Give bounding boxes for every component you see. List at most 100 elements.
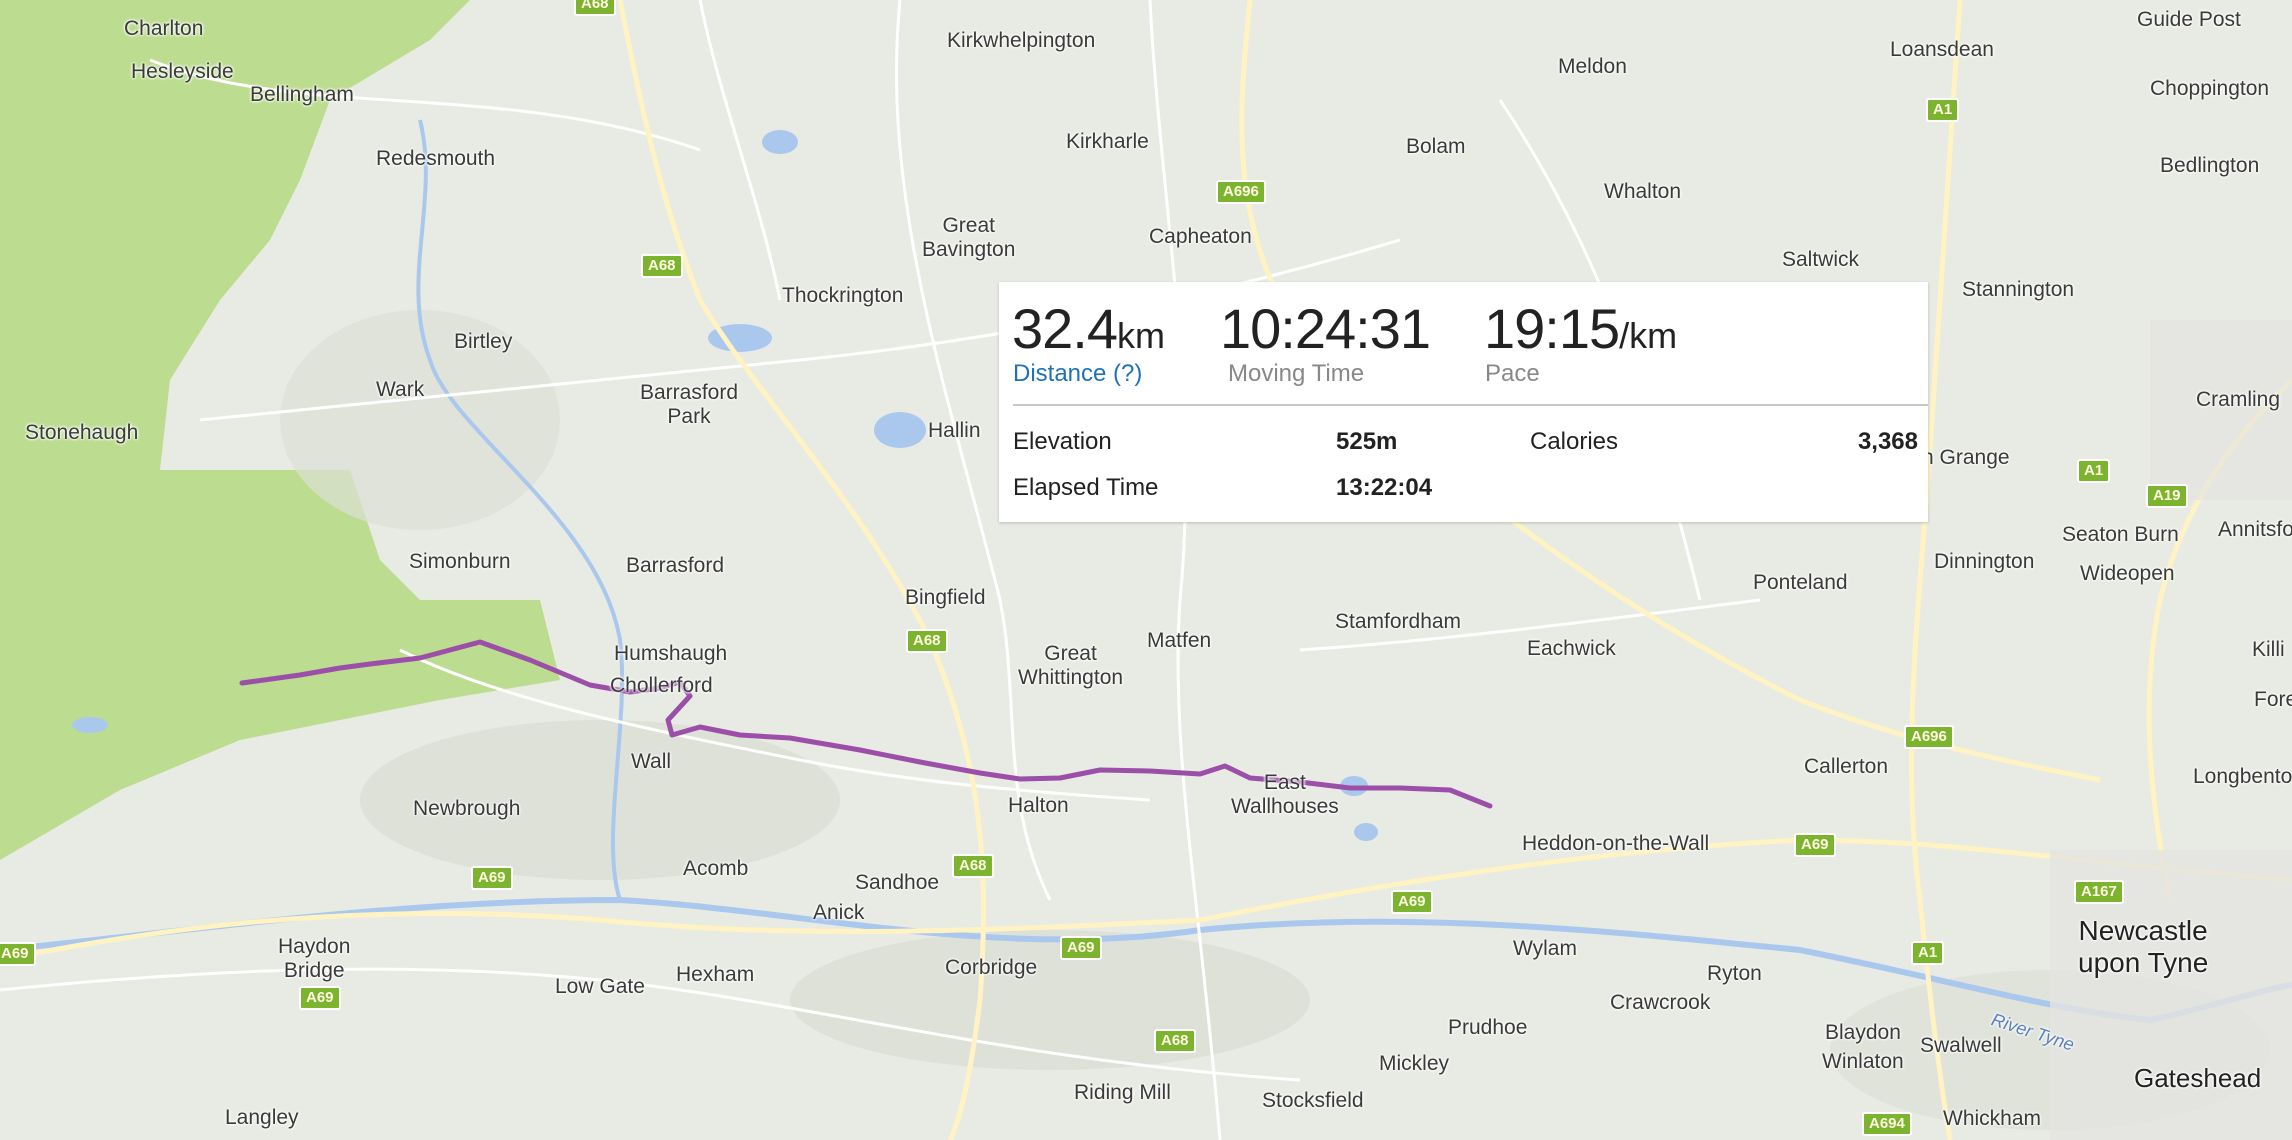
place-label: Ponteland bbox=[1753, 571, 1848, 594]
place-label: Stannington bbox=[1962, 278, 2075, 301]
place-label: Riding Mill bbox=[1074, 1081, 1171, 1104]
place-label: Guide Post bbox=[2137, 8, 2241, 31]
place-label: Halton bbox=[1008, 794, 1069, 817]
place-label: Prudhoe bbox=[1448, 1016, 1528, 1039]
distance-value: 32.4km bbox=[1012, 296, 1165, 362]
road-shield: A69 bbox=[1794, 833, 1836, 857]
road-shield: A1 bbox=[1911, 941, 1945, 965]
road-shield: A69 bbox=[1391, 890, 1433, 914]
place-label: Charlton bbox=[124, 17, 204, 40]
place-label: Wark bbox=[376, 378, 425, 401]
place-label: Loansdean bbox=[1890, 38, 1994, 61]
place-label: Great Whittington bbox=[1018, 642, 1124, 689]
place-label: Hallin bbox=[928, 419, 981, 442]
distance-unit: km bbox=[1117, 315, 1165, 356]
calories-label: Calories bbox=[1530, 428, 1619, 455]
elevation-value: 525m bbox=[1336, 428, 1398, 455]
place-label: Dinnington bbox=[1934, 550, 2035, 573]
distance-help-link[interactable]: Distance (?) bbox=[1013, 360, 1142, 388]
road-shield: A68 bbox=[952, 854, 994, 878]
lake bbox=[72, 717, 108, 733]
place-label: Annitsfo bbox=[2218, 518, 2292, 541]
place-label: Wylam bbox=[1513, 937, 1577, 960]
place-label: Sandhoe bbox=[855, 871, 940, 894]
road-shield: A69 bbox=[0, 942, 36, 966]
place-label: Bolam bbox=[1406, 135, 1466, 158]
place-label: Low Gate bbox=[555, 975, 645, 998]
place-label: Thockrington bbox=[782, 284, 904, 307]
pace-value: 19:15/km bbox=[1484, 296, 1677, 362]
calories-value: 3,368 bbox=[1857, 428, 1918, 455]
place-label: Crawcrook bbox=[1610, 991, 1711, 1014]
place-label: Meldon bbox=[1558, 55, 1627, 78]
place-label: Bingfield bbox=[905, 586, 986, 609]
moving-time-label: Moving Time bbox=[1228, 360, 1365, 387]
distance-number: 32.4 bbox=[1012, 297, 1118, 360]
map-canvas[interactable]: Charlton Hesleyside Bellingham Redesmout… bbox=[0, 0, 2292, 1140]
road-shield: A696 bbox=[1216, 180, 1266, 204]
place-label: Stonehaugh bbox=[25, 421, 139, 444]
lake bbox=[762, 130, 798, 154]
road-shield: A69 bbox=[299, 986, 341, 1010]
place-label: Wall bbox=[631, 750, 672, 773]
road-shield: A694 bbox=[1862, 1112, 1912, 1136]
place-label: Great Bavington bbox=[922, 214, 1016, 261]
moving-time-number: 10:24:31 bbox=[1220, 297, 1431, 360]
place-label: Humshaugh bbox=[614, 642, 728, 665]
place-label: Killi bbox=[2252, 638, 2285, 661]
place-label: Haydon Bridge bbox=[278, 935, 351, 982]
elapsed-time-value: 13:22:04 bbox=[1336, 474, 1433, 501]
place-label: Bellingham bbox=[250, 83, 354, 106]
road-shield: A68 bbox=[1154, 1029, 1196, 1053]
place-label: East Wallhouses bbox=[1231, 771, 1339, 818]
road-shield: A69 bbox=[1060, 936, 1102, 960]
place-label: Ryton bbox=[1707, 962, 1762, 985]
place-label: Stamfordham bbox=[1335, 610, 1462, 633]
pace-number: 19:15 bbox=[1484, 297, 1620, 360]
place-label-city: Gateshead bbox=[2134, 1063, 2262, 1093]
place-label: n Grange bbox=[1922, 446, 2010, 469]
place-label: Whickham bbox=[1943, 1107, 2042, 1130]
place-label: Barrasford bbox=[626, 554, 725, 577]
place-label: Hexham bbox=[676, 963, 755, 986]
place-label: Wideopen bbox=[2080, 562, 2175, 585]
road-shield: A68 bbox=[641, 254, 683, 278]
place-label: Mickley bbox=[1379, 1052, 1450, 1075]
place-label: Choppington bbox=[2150, 77, 2270, 100]
activity-stats-panel: 32.4km Distance (?) 10:24:31 Moving Time… bbox=[999, 282, 1928, 522]
place-label: Whalton bbox=[1604, 180, 1682, 203]
stats-divider bbox=[1013, 404, 1928, 406]
place-label: Heddon-on-the-Wall bbox=[1522, 832, 1710, 855]
place-label: Matfen bbox=[1147, 629, 1212, 652]
place-label: Birtley bbox=[454, 330, 513, 353]
road-shield: A69 bbox=[471, 866, 513, 890]
place-label: Capheaton bbox=[1149, 225, 1252, 248]
place-label: Simonburn bbox=[409, 550, 511, 573]
place-label: Saltwick bbox=[1782, 248, 1860, 271]
place-label: Cramling bbox=[2196, 388, 2281, 411]
place-label: Fore bbox=[2254, 688, 2292, 711]
place-label: Langley bbox=[225, 1106, 299, 1129]
pace-unit: /km bbox=[1619, 315, 1678, 356]
place-label: Kirkwhelpington bbox=[947, 29, 1096, 52]
place-label: Callerton bbox=[1804, 755, 1889, 778]
place-label: Redesmouth bbox=[376, 147, 496, 170]
place-label: Bedlington bbox=[2160, 154, 2260, 177]
place-label: Swalwell bbox=[1920, 1034, 2002, 1057]
place-label: Longbenton bbox=[2193, 765, 2292, 788]
place-label: Stocksfield bbox=[1262, 1089, 1364, 1112]
road-shield: A68 bbox=[906, 629, 948, 653]
place-label: Barrasford Park bbox=[640, 381, 739, 428]
place-label: Kirkharle bbox=[1066, 130, 1149, 153]
road-shield: A19 bbox=[2146, 484, 2188, 508]
place-label: Eachwick bbox=[1527, 637, 1616, 660]
place-label: Corbridge bbox=[945, 956, 1038, 979]
elapsed-time-label: Elapsed Time bbox=[1013, 474, 1159, 501]
place-label-city: Newcastle upon Tyne bbox=[2078, 915, 2209, 978]
lake bbox=[1354, 823, 1378, 841]
place-label: Chollerford bbox=[610, 674, 713, 697]
place-label: Newbrough bbox=[413, 797, 521, 820]
place-label: Anick bbox=[813, 901, 865, 924]
place-label: Hesleyside bbox=[131, 60, 234, 83]
pace-label: Pace bbox=[1485, 360, 1540, 387]
